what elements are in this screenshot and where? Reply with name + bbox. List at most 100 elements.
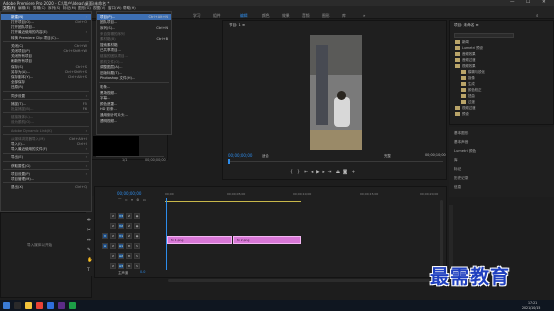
workspace-tab-audio[interactable]: 音频	[302, 13, 310, 19]
sync-lock-icon[interactable]: ⇵	[126, 233, 132, 239]
workspace-tab-effects[interactable]: 效果	[282, 13, 290, 19]
new-submenu-item[interactable]: 透明视频...	[97, 118, 171, 124]
file-menu-item[interactable]: 导出(E) ›	[1, 155, 91, 161]
solo-button[interactable]: S	[134, 243, 140, 249]
eye-icon[interactable]: ◉	[134, 213, 140, 219]
snap-icon[interactable]: ⌒	[118, 198, 122, 202]
file-menu-item[interactable]: 导入最近使用的文件(F) ›	[1, 146, 91, 152]
search-icon[interactable]	[14, 302, 21, 309]
source-scrubber[interactable]	[96, 156, 164, 158]
solo-button[interactable]: S	[134, 253, 140, 259]
panel-lumetri-color[interactable]: Lumetri 颜色	[454, 149, 476, 154]
search-icon[interactable]: ⌕	[536, 13, 539, 19]
timeline-scrollbar[interactable]	[168, 279, 438, 282]
go-to-in-icon[interactable]: ⇤	[304, 170, 308, 175]
file-menu-item[interactable]: 获取属性(G) ›	[1, 163, 91, 169]
project-tab[interactable]: 项目: 未命名 ≡	[454, 23, 478, 28]
mute-button[interactable]: M	[126, 253, 132, 259]
source-patch-v1[interactable]: V	[102, 233, 108, 239]
browser-icon[interactable]	[47, 302, 54, 309]
play-icon[interactable]: ▶	[316, 170, 319, 175]
workspace-tab-assembly[interactable]: 组件	[213, 13, 221, 19]
solo-button[interactable]: S	[134, 263, 140, 269]
master-volume[interactable]: 0.0	[140, 270, 145, 274]
maximize-button[interactable]: ☐	[526, 0, 530, 5]
timeline-timecode[interactable]: 00;00;00;00	[117, 191, 141, 196]
go-to-out-icon[interactable]: ⇥	[328, 170, 332, 175]
timeline-clip[interactable]: fx 2.png	[233, 236, 301, 244]
panel-libraries[interactable]: 库	[454, 158, 458, 163]
track-label-v1[interactable]: V1	[118, 233, 124, 239]
more-workspaces-icon[interactable]: »	[363, 13, 365, 18]
export-frame-icon[interactable]: ◙	[343, 170, 347, 175]
sync-lock-icon[interactable]: ⇵	[126, 213, 132, 219]
new-submenu-item[interactable]: Photoshop 文件(H)...	[97, 76, 171, 82]
project-item[interactable]: 预设	[455, 111, 469, 117]
add-marker-icon[interactable]: ▾	[131, 198, 133, 202]
panel-history[interactable]: 历史记录	[454, 176, 468, 181]
program-timecode[interactable]: 00;00;00;00	[228, 153, 252, 158]
fit-select[interactable]: 适合	[262, 153, 269, 158]
linked-selection-icon[interactable]: ⊂	[125, 198, 128, 202]
file-menu-item[interactable]: 转换 Premiere Clip 项目(C)...	[1, 35, 91, 41]
lock-icon[interactable]: ⊘	[110, 253, 116, 259]
eye-icon[interactable]: ◉	[134, 223, 140, 229]
program-playhead[interactable]	[228, 159, 230, 164]
panel-essential-graphics[interactable]: 基本图形	[454, 131, 468, 136]
timeline-clip[interactable]: fx 1.png	[167, 236, 232, 244]
panel-essential-sound[interactable]: 基本声音	[454, 140, 468, 145]
panel-info[interactable]: 信息	[454, 185, 461, 190]
timeline-settings-icon[interactable]: ⚙	[136, 198, 139, 202]
panel-markers[interactable]: 标记	[454, 167, 461, 172]
lock-icon[interactable]: ⊘	[110, 213, 116, 219]
mark-out-icon[interactable]: }	[297, 170, 300, 175]
workspace-tab-libraries[interactable]: 库	[342, 13, 346, 19]
close-button[interactable]: ✕	[542, 0, 546, 5]
timeline-ruler[interactable]: 00;00 00;00;05;00 00;00;10;00 00;00;15;0…	[165, 192, 445, 202]
sync-lock-icon[interactable]: ⇵	[126, 223, 132, 229]
track-label-v2[interactable]: V2	[118, 223, 124, 229]
minimize-button[interactable]: —	[510, 0, 515, 5]
file-explorer-icon[interactable]	[25, 302, 32, 309]
work-area-bar[interactable]	[165, 201, 301, 202]
mute-button[interactable]: M	[126, 263, 132, 269]
file-menu-item[interactable]: 同步设置 ›	[1, 93, 91, 99]
program-scrubber[interactable]	[228, 161, 443, 163]
mute-button[interactable]: M	[126, 243, 132, 249]
project-search-input[interactable]	[454, 33, 514, 38]
razor-tool-icon[interactable]: ✂	[87, 228, 91, 233]
slip-tool-icon[interactable]: ↔	[87, 238, 91, 243]
program-monitor-tab[interactable]: 节目: 1 ≡	[229, 23, 245, 28]
hand-tool-icon[interactable]: ✋	[87, 258, 93, 263]
track-label-a2[interactable]: A2	[118, 253, 124, 259]
chrome-icon[interactable]	[36, 302, 43, 309]
source-patch-a1[interactable]: A	[102, 243, 108, 249]
add-button-icon[interactable]: +	[352, 170, 356, 175]
track-label-v3[interactable]: V3	[118, 213, 124, 219]
captions-icon[interactable]: ▭	[143, 198, 146, 202]
ripple-edit-icon[interactable]: ⇹	[87, 218, 91, 223]
quality-select[interactable]: 完整	[384, 153, 391, 158]
workspace-tab-graphics[interactable]: 图形	[322, 13, 330, 19]
workspace-tab-color[interactable]: 颜色	[262, 13, 270, 19]
workspace-tab-editing[interactable]: 编辑	[240, 13, 248, 19]
track-label-a3[interactable]: A3	[118, 263, 124, 269]
mark-in-icon[interactable]: {	[290, 170, 293, 175]
file-menu-item[interactable]: 退出(X) Ctrl+Q	[1, 184, 91, 190]
step-forward-icon[interactable]: ▸	[322, 170, 324, 175]
premiere-icon[interactable]	[58, 302, 65, 309]
type-tool-icon[interactable]: T	[87, 268, 90, 273]
step-back-icon[interactable]: ◂	[311, 170, 313, 175]
lift-icon[interactable]: ⏏	[336, 170, 340, 175]
lock-icon[interactable]: ⊘	[110, 233, 116, 239]
timeline-vscroll[interactable]	[440, 200, 443, 270]
lock-icon[interactable]: ⊘	[110, 223, 116, 229]
track-label-a1[interactable]: A1	[118, 243, 124, 249]
start-icon[interactable]	[3, 302, 10, 309]
file-menu-item[interactable]: 还原(R)	[1, 85, 91, 91]
eye-icon[interactable]: ◉	[134, 233, 140, 239]
wechat-icon[interactable]	[69, 302, 76, 309]
lock-icon[interactable]: ⊘	[110, 263, 116, 269]
file-menu-item[interactable]: 项目管理(M)...	[1, 176, 91, 182]
pen-tool-icon[interactable]: ✎	[87, 248, 91, 253]
